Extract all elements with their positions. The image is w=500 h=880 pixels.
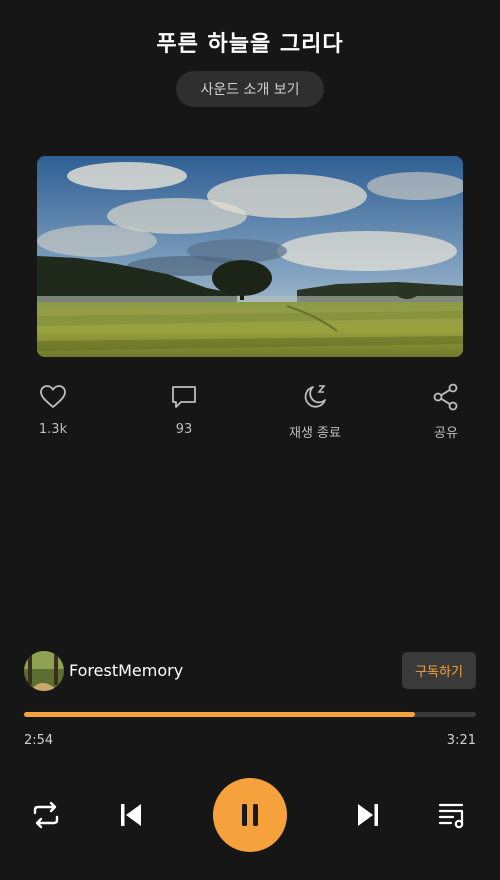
next-button[interactable]	[352, 799, 384, 831]
share-icon	[433, 383, 458, 411]
current-time: 2:54	[24, 733, 54, 748]
pause-icon	[242, 804, 258, 826]
song-title: 푸른 하늘을 그리다	[156, 32, 344, 57]
comment-icon	[172, 386, 196, 408]
progress-fill	[24, 712, 415, 717]
like-action[interactable]: 1.3k	[8, 382, 98, 437]
repeat-icon	[33, 801, 59, 829]
action-bar: 1.3k 93 재생 종료 공유	[0, 382, 500, 442]
moon-sleep-icon	[304, 385, 326, 408]
previous-icon	[121, 804, 141, 826]
artist-avatar[interactable]	[24, 651, 64, 691]
total-time: 3:21	[446, 733, 476, 748]
comment-action[interactable]: 93	[139, 382, 229, 437]
sound-intro-button[interactable]: 사운드 소개 보기	[176, 71, 324, 107]
album-cover	[37, 156, 463, 357]
next-icon	[358, 804, 378, 826]
sleep-timer-action[interactable]: 재생 종료	[270, 382, 360, 441]
sleep-timer-label: 재생 종료	[289, 426, 341, 441]
previous-button[interactable]	[115, 799, 147, 831]
share-action[interactable]: 공유	[401, 382, 491, 441]
repeat-button[interactable]	[30, 799, 62, 831]
like-count: 1.3k	[38, 422, 68, 437]
progress-bar[interactable]	[24, 712, 476, 717]
heart-icon	[40, 385, 66, 409]
share-label: 공유	[434, 426, 458, 441]
playlist-button[interactable]	[437, 799, 469, 831]
comment-count: 93	[175, 422, 193, 437]
subscribe-button[interactable]: 구독하기	[402, 652, 476, 689]
playlist-icon	[438, 803, 464, 829]
playback-controls	[0, 778, 500, 852]
artist-row: ForestMemory 구독하기	[24, 651, 476, 691]
pause-button[interactable]	[213, 778, 287, 852]
artist-name[interactable]: ForestMemory	[69, 661, 183, 680]
